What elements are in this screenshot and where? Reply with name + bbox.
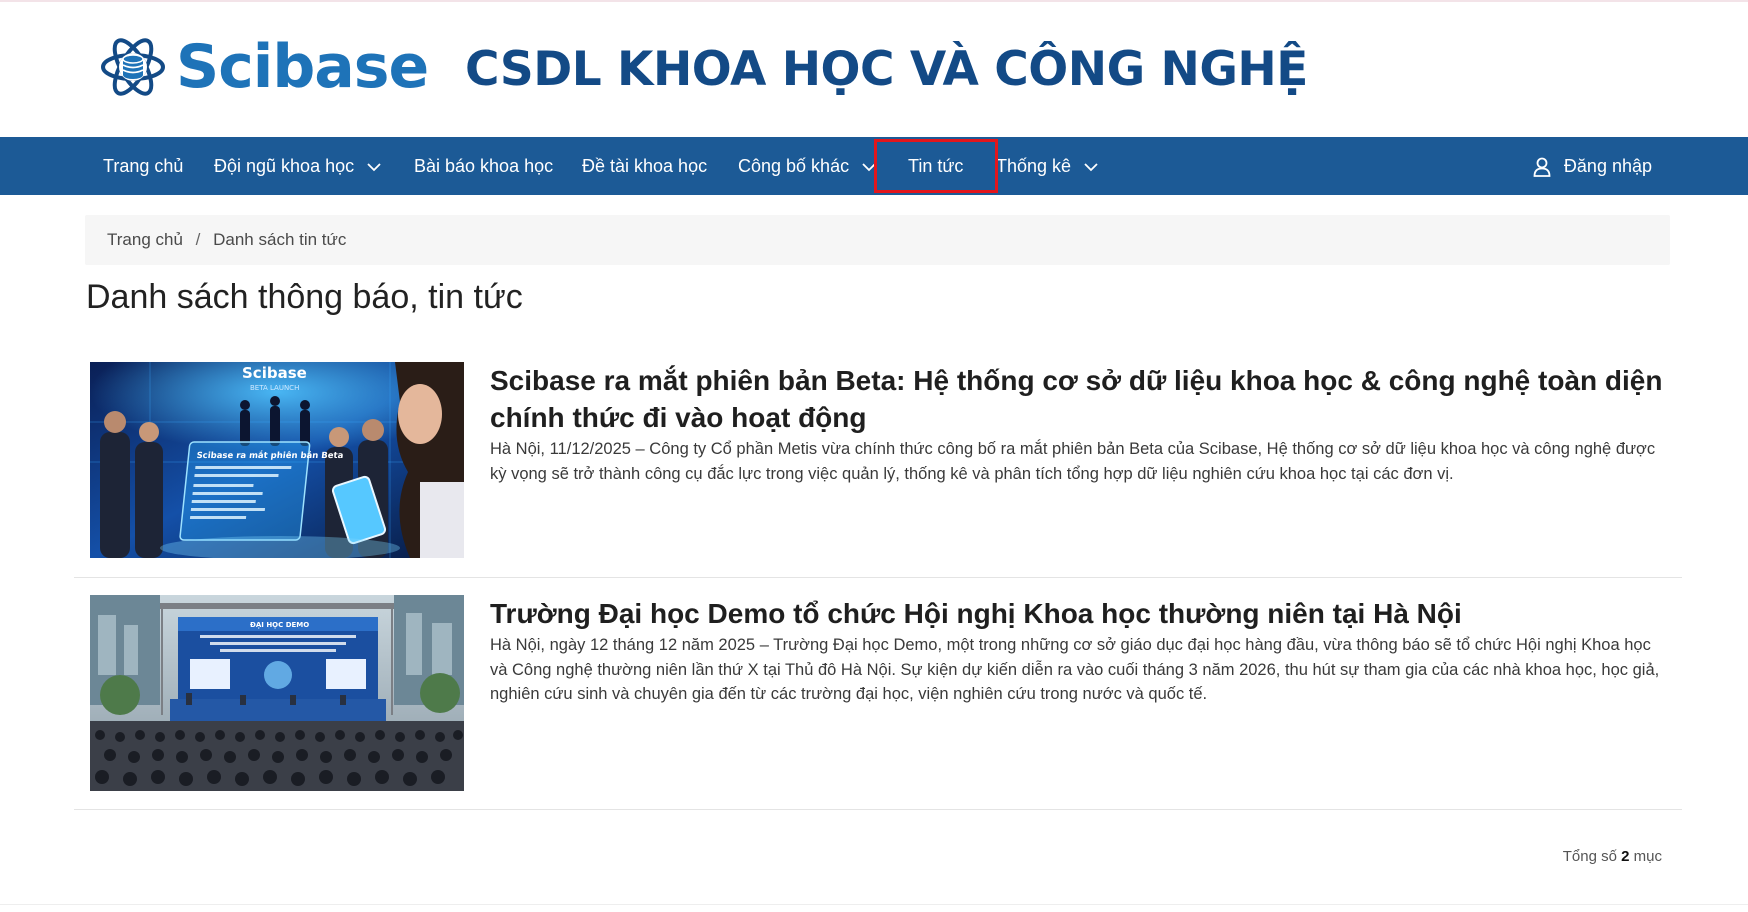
news-item: Scibase BETA LAUNCH Scibase ra mắt phiên…: [74, 350, 1682, 578]
breadcrumb-home-link[interactable]: Trang chủ: [107, 215, 183, 265]
bottom-divider: [0, 904, 1748, 905]
news-description: Hà Nội, ngày 12 tháng 12 năm 2025 – Trườ…: [490, 636, 1660, 703]
nav-item-label: Công bố khác: [738, 156, 850, 176]
image-banner-text: ĐẠI HỌC DEMO: [250, 621, 309, 629]
nav-item-other-publications[interactable]: Công bố khác: [738, 137, 876, 195]
image-sub-text: BETA LAUNCH: [250, 384, 299, 392]
nav-item-label: Trang chủ: [103, 156, 184, 176]
total-number: 2: [1621, 848, 1630, 865]
total-prefix: Tổng số: [1562, 848, 1617, 865]
news-item: ĐẠI HỌC DEMO Trường Đại học Demo tổ chức…: [74, 577, 1682, 810]
news-thumbnail[interactable]: ĐẠI HỌC DEMO: [90, 595, 464, 791]
nav-item-label: Đội ngũ khoa học: [214, 156, 355, 176]
site-header: Scibase CSDL KHOA HỌC VÀ CÔNG NGHỆ: [0, 2, 1748, 137]
nav-item-home[interactable]: Trang chủ: [103, 137, 183, 195]
nav-item-label: Thống kê: [996, 156, 1072, 176]
nav-item-label: Đề tài khoa học: [582, 156, 708, 176]
news-image-conference: ĐẠI HỌC DEMO: [90, 595, 464, 791]
news-title[interactable]: Trường Đại học Demo tổ chức Hội nghị Kho…: [490, 595, 1670, 632]
breadcrumb: Trang chủ / Danh sách tin tức: [85, 215, 1670, 265]
login-button[interactable]: Đăng nhập: [1533, 137, 1652, 195]
site-title: CSDL KHOA HỌC VÀ CÔNG NGHỆ: [465, 42, 1308, 97]
logo[interactable]: Scibase: [100, 30, 429, 104]
nav-item-articles[interactable]: Bài báo khoa học: [414, 137, 553, 195]
image-screen-text: Scibase ra mắt phiên bản Beta: [196, 450, 344, 461]
login-label: Đăng nhập: [1563, 156, 1652, 176]
nav-item-statistics[interactable]: Thống kê: [996, 137, 1098, 195]
total-suffix: mục: [1633, 848, 1662, 865]
news-image-beta-launch: Scibase BETA LAUNCH Scibase ra mắt phiên…: [90, 362, 464, 558]
breadcrumb-separator: /: [195, 230, 201, 249]
news-description: Hà Nội, 11/12/2025 – Công ty Cổ phần Met…: [490, 440, 1656, 483]
news-thumbnail[interactable]: Scibase BETA LAUNCH Scibase ra mắt phiên…: [90, 362, 464, 558]
highlight-box: [874, 139, 998, 193]
nav-item-projects[interactable]: Đề tài khoa học: [582, 137, 707, 195]
page-title: Danh sách thông báo, tin tức: [86, 278, 523, 316]
logo-text: Scibase: [176, 32, 429, 102]
user-icon: [1533, 157, 1551, 178]
atom-database-icon: [101, 38, 165, 96]
chevron-down-icon: [1084, 163, 1098, 172]
breadcrumb-current: Danh sách tin tức: [213, 230, 347, 249]
total-count: Tổng số 2 mục: [1563, 848, 1662, 865]
chevron-down-icon: [367, 163, 381, 172]
image-brand-text: Scibase: [242, 364, 307, 382]
nav-item-scientists[interactable]: Đội ngũ khoa học: [214, 137, 381, 195]
news-title[interactable]: Scibase ra mắt phiên bản Beta: Hệ thống …: [490, 362, 1670, 436]
nav-item-label: Bài báo khoa học: [414, 156, 554, 176]
